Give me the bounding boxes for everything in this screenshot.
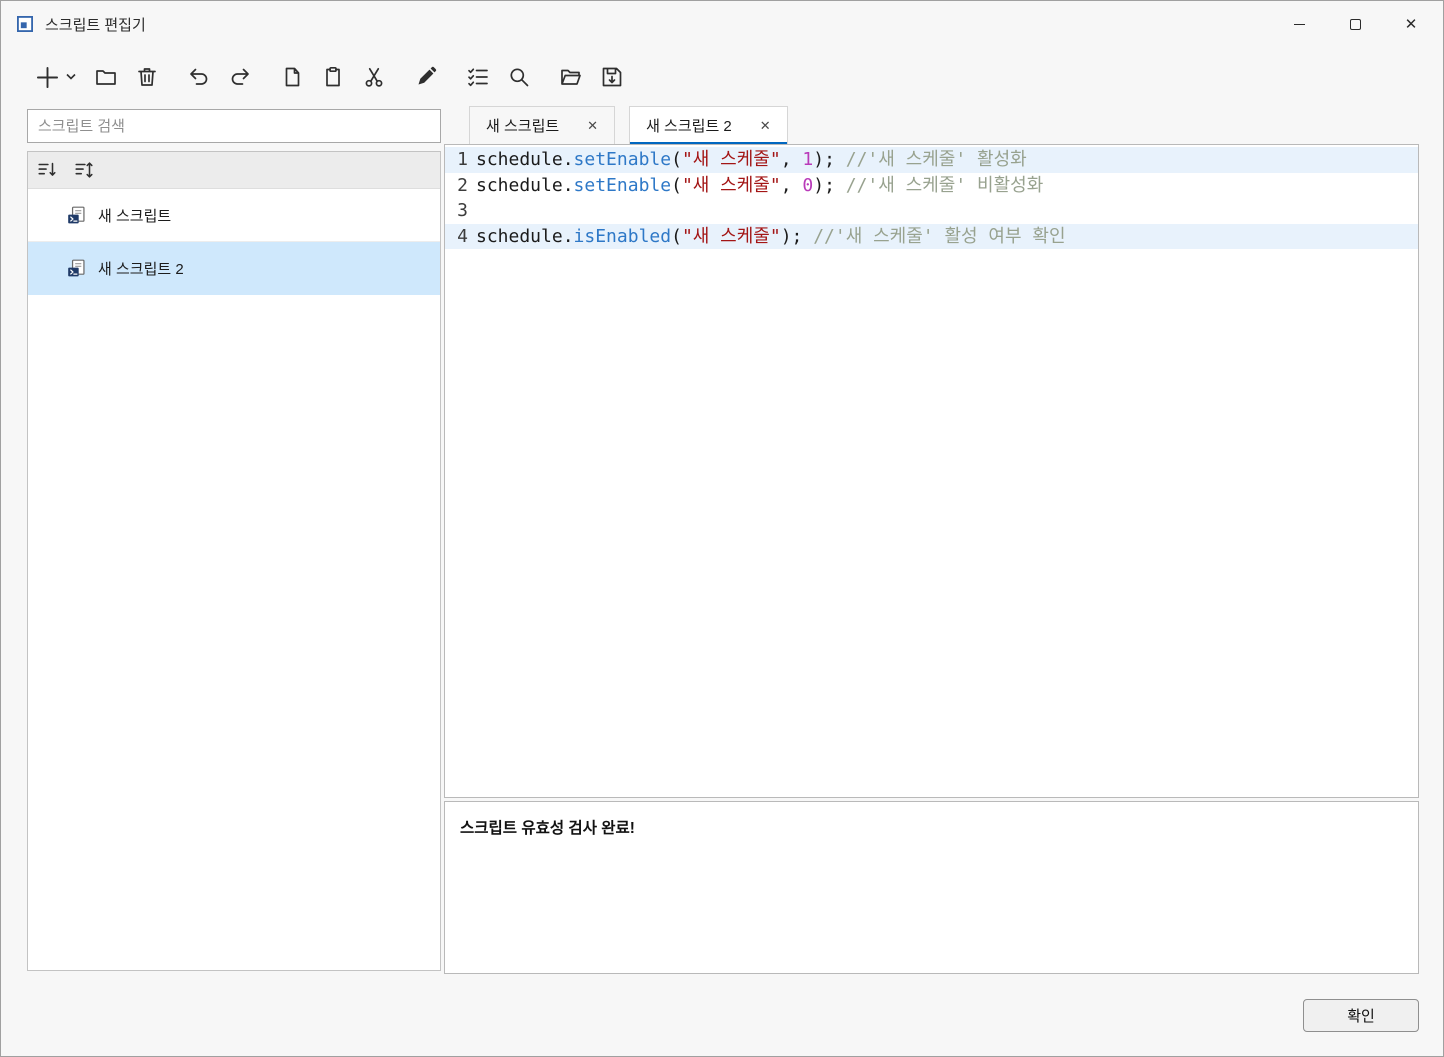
add-script-button[interactable] bbox=[27, 56, 85, 98]
caret-down-icon bbox=[66, 73, 76, 81]
magnifier-icon bbox=[507, 65, 531, 89]
script-list-item[interactable]: 새 스크립트 bbox=[28, 189, 440, 242]
code-text: schedule.isEnabled("새 스케줄"); //'새 스케줄' 활… bbox=[476, 224, 1066, 250]
script-file-icon bbox=[66, 205, 87, 226]
script-search-input[interactable] bbox=[27, 109, 441, 143]
folder-button[interactable] bbox=[86, 56, 126, 98]
output-message: 스크립트 유효성 검사 완료! bbox=[460, 820, 635, 837]
code-line[interactable]: 2 schedule.setEnable("새 스케줄", 0); //'새 스케… bbox=[445, 173, 1418, 199]
code-line[interactable]: 3 bbox=[445, 198, 1418, 224]
script-file-icon bbox=[66, 258, 87, 279]
redo-button[interactable] bbox=[220, 56, 260, 98]
maximize-button[interactable] bbox=[1327, 1, 1383, 47]
script-item-label: 새 스크립트 2 bbox=[98, 258, 184, 279]
paste-button[interactable] bbox=[313, 56, 353, 98]
save-icon bbox=[600, 65, 624, 89]
rename-button[interactable] bbox=[406, 56, 446, 98]
sort-up-down-icon bbox=[73, 159, 95, 181]
output-panel: 스크립트 유효성 검사 완료! bbox=[444, 801, 1419, 974]
sort-up-down-button[interactable] bbox=[69, 155, 99, 185]
folder-icon bbox=[94, 65, 118, 89]
script-list-item[interactable]: 새 스크립트 2 bbox=[28, 242, 440, 295]
code-text: schedule.setEnable("새 스케줄", 1); //'새 스케줄… bbox=[476, 147, 1027, 173]
open-button[interactable] bbox=[551, 56, 591, 98]
editor-tab[interactable]: 새 스크립트 2 ✕ bbox=[629, 106, 788, 144]
validate-button[interactable] bbox=[458, 56, 498, 98]
paste-icon bbox=[321, 65, 345, 89]
tab-label: 새 스크립트 2 bbox=[646, 115, 732, 136]
code-editor[interactable]: 1 schedule.setEnable("새 스케줄", 1); //'새 스케… bbox=[444, 144, 1419, 798]
checklist-icon bbox=[466, 65, 490, 89]
minimize-button[interactable] bbox=[1271, 1, 1327, 47]
script-item-label: 새 스크립트 bbox=[98, 205, 171, 226]
close-icon: ✕ bbox=[1405, 17, 1418, 32]
delete-button[interactable] bbox=[127, 56, 167, 98]
sort-down-button[interactable] bbox=[32, 155, 62, 185]
line-number: 3 bbox=[454, 198, 468, 224]
tab-bar: 새 스크립트 ✕ 새 스크립트 2 ✕ bbox=[444, 106, 788, 144]
close-button[interactable]: ✕ bbox=[1383, 1, 1439, 47]
ok-button[interactable]: 확인 bbox=[1303, 999, 1419, 1032]
minimize-icon bbox=[1294, 24, 1305, 25]
code-line[interactable]: 1 schedule.setEnable("새 스케줄", 1); //'새 스케… bbox=[445, 147, 1418, 173]
app-icon bbox=[15, 14, 35, 34]
code-text: schedule.setEnable("새 스케줄", 0); //'새 스케줄… bbox=[476, 173, 1043, 199]
line-number: 1 bbox=[454, 147, 468, 173]
tab-close-icon[interactable]: ✕ bbox=[760, 118, 771, 134]
copy-button[interactable] bbox=[272, 56, 312, 98]
maximize-icon bbox=[1350, 19, 1361, 30]
window-controls: ✕ bbox=[1271, 1, 1439, 47]
plus-icon bbox=[34, 64, 61, 91]
scissors-icon bbox=[362, 65, 386, 89]
script-sidebar: 새 스크립트새 스크립트 2 bbox=[27, 151, 441, 971]
editor-tab[interactable]: 새 스크립트 ✕ bbox=[469, 106, 615, 144]
window-title: 스크립트 편집기 bbox=[45, 14, 146, 35]
trash-icon bbox=[135, 65, 159, 89]
tab-label: 새 스크립트 bbox=[486, 115, 559, 136]
title-bar: 스크립트 편집기 ✕ bbox=[1, 1, 1443, 47]
line-number: 2 bbox=[454, 173, 468, 199]
toolbar bbox=[27, 53, 633, 101]
copy-icon bbox=[280, 65, 304, 89]
cut-button[interactable] bbox=[354, 56, 394, 98]
tab-close-icon[interactable]: ✕ bbox=[587, 118, 598, 134]
script-list: 새 스크립트새 스크립트 2 bbox=[28, 189, 440, 295]
code-line[interactable]: 4 schedule.isEnabled("새 스케줄"); //'새 스케줄' … bbox=[445, 224, 1418, 250]
folder-open-icon bbox=[559, 65, 583, 89]
sort-toolbar bbox=[28, 152, 440, 189]
undo-button[interactable] bbox=[179, 56, 219, 98]
line-number: 4 bbox=[454, 224, 468, 250]
undo-icon bbox=[187, 65, 211, 89]
save-button[interactable] bbox=[592, 56, 632, 98]
script-editor-window: 스크립트 편집기 ✕ 새 스크립트새 스크립트 2 새 스크립트✕새 스크립트 … bbox=[0, 0, 1444, 1057]
sort-down-icon bbox=[36, 159, 58, 181]
pen-icon bbox=[414, 65, 438, 89]
redo-icon bbox=[228, 65, 252, 89]
search-button[interactable] bbox=[499, 56, 539, 98]
